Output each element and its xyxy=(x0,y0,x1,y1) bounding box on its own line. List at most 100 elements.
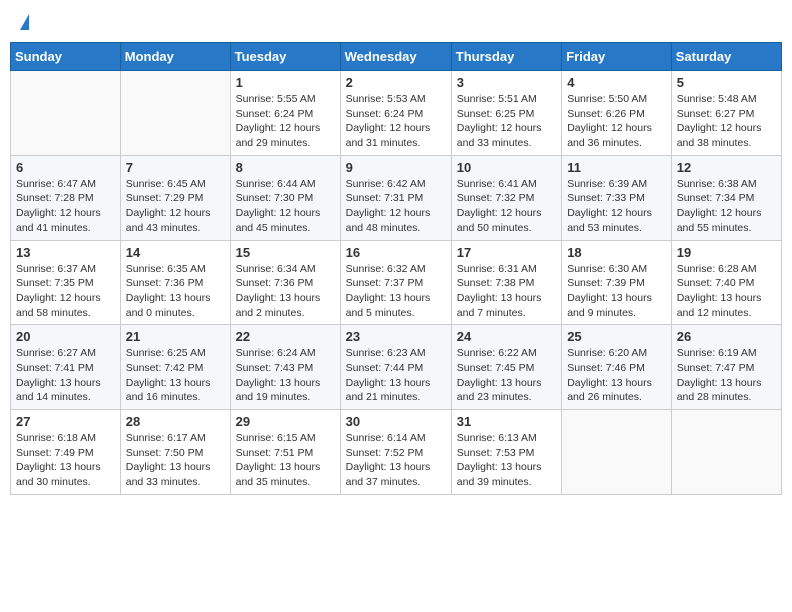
day-header-monday: Monday xyxy=(120,43,230,71)
logo xyxy=(18,14,29,30)
day-info: Sunrise: 6:31 AMSunset: 7:38 PMDaylight:… xyxy=(457,262,556,321)
calendar-cell: 13 Sunrise: 6:37 AMSunset: 7:35 PMDayligh… xyxy=(11,240,121,325)
calendar-cell: 11 Sunrise: 6:39 AMSunset: 7:33 PMDayligh… xyxy=(562,155,672,240)
calendar-cell: 18Sunrise: 6:30 AMSunset: 7:39 PMDayligh… xyxy=(562,240,672,325)
day-info: Sunrise: 6:20 AMSunset: 7:46 PMDaylight:… xyxy=(567,346,666,405)
calendar-cell: 1Sunrise: 5:55 AMSunset: 6:24 PMDaylight… xyxy=(230,71,340,156)
calendar-cell: 10Sunrise: 6:41 AMSunset: 7:32 PMDayligh… xyxy=(451,155,561,240)
day-number: 3 xyxy=(457,75,556,90)
calendar-cell: 22 Sunrise: 6:24 AMSunset: 7:43 PMDayligh… xyxy=(230,325,340,410)
day-number: 26 xyxy=(677,329,776,344)
day-header-saturday: Saturday xyxy=(671,43,781,71)
day-number: 31 xyxy=(457,414,556,429)
day-info: Sunrise: 6:24 AMSunset: 7:43 PMDaylight:… xyxy=(236,346,335,405)
calendar-cell: 31 Sunrise: 6:13 AMSunset: 7:53 PMDayligh… xyxy=(451,410,561,495)
calendar-cell: 23 Sunrise: 6:23 AMSunset: 7:44 PMDayligh… xyxy=(340,325,451,410)
day-number: 29 xyxy=(236,414,335,429)
calendar-cell xyxy=(120,71,230,156)
day-info: Sunrise: 6:27 AMSunset: 7:41 PMDaylight:… xyxy=(16,346,115,405)
day-info: Sunrise: 6:37 AMSunset: 7:35 PMDaylight:… xyxy=(16,262,115,321)
calendar-cell: 20 Sunrise: 6:27 AMSunset: 7:41 PMDayligh… xyxy=(11,325,121,410)
calendar-week-2: 6Sunrise: 6:47 AMSunset: 7:28 PMDaylight… xyxy=(11,155,782,240)
calendar-cell: 17 Sunrise: 6:31 AMSunset: 7:38 PMDayligh… xyxy=(451,240,561,325)
day-number: 13 xyxy=(16,245,115,260)
calendar-cell: 12 Sunrise: 6:38 AMSunset: 7:34 PMDayligh… xyxy=(671,155,781,240)
day-number: 4 xyxy=(567,75,666,90)
day-info: Sunrise: 5:53 AMSunset: 6:24 PMDaylight:… xyxy=(346,92,446,151)
calendar-cell: 14 Sunrise: 6:35 AMSunset: 7:36 PMDayligh… xyxy=(120,240,230,325)
calendar-table: SundayMondayTuesdayWednesdayThursdayFrid… xyxy=(10,42,782,495)
day-number: 30 xyxy=(346,414,446,429)
calendar-cell: 26 Sunrise: 6:19 AMSunset: 7:47 PMDayligh… xyxy=(671,325,781,410)
calendar-cell: 4 Sunrise: 5:50 AMSunset: 6:26 PMDaylight… xyxy=(562,71,672,156)
day-info: Sunrise: 6:35 AMSunset: 7:36 PMDaylight:… xyxy=(126,262,225,321)
day-info: Sunrise: 6:22 AMSunset: 7:45 PMDaylight:… xyxy=(457,346,556,405)
day-info: Sunrise: 6:19 AMSunset: 7:47 PMDaylight:… xyxy=(677,346,776,405)
day-number: 9 xyxy=(346,160,446,175)
day-info: Sunrise: 6:14 AMSunset: 7:52 PMDaylight:… xyxy=(346,431,446,490)
calendar-cell: 3 Sunrise: 5:51 AMSunset: 6:25 PMDaylight… xyxy=(451,71,561,156)
day-number: 2 xyxy=(346,75,446,90)
day-info: Sunrise: 6:23 AMSunset: 7:44 PMDaylight:… xyxy=(346,346,446,405)
day-info: Sunrise: 5:48 AMSunset: 6:27 PMDaylight:… xyxy=(677,92,776,151)
day-number: 17 xyxy=(457,245,556,260)
calendar-cell: 27 Sunrise: 6:18 AMSunset: 7:49 PMDayligh… xyxy=(11,410,121,495)
day-number: 27 xyxy=(16,414,115,429)
calendar-cell: 7 Sunrise: 6:45 AMSunset: 7:29 PMDaylight… xyxy=(120,155,230,240)
day-number: 14 xyxy=(126,245,225,260)
calendar-week-4: 20 Sunrise: 6:27 AMSunset: 7:41 PMDayligh… xyxy=(11,325,782,410)
day-number: 23 xyxy=(346,329,446,344)
calendar-cell: 29 Sunrise: 6:15 AMSunset: 7:51 PMDayligh… xyxy=(230,410,340,495)
day-number: 24 xyxy=(457,329,556,344)
day-info: Sunrise: 6:25 AMSunset: 7:42 PMDaylight:… xyxy=(126,346,225,405)
day-info: Sunrise: 6:17 AMSunset: 7:50 PMDaylight:… xyxy=(126,431,225,490)
day-number: 1 xyxy=(236,75,335,90)
logo-triangle-icon xyxy=(20,14,29,30)
day-number: 8 xyxy=(236,160,335,175)
calendar-cell: 2 Sunrise: 5:53 AMSunset: 6:24 PMDaylight… xyxy=(340,71,451,156)
day-header-tuesday: Tuesday xyxy=(230,43,340,71)
day-number: 7 xyxy=(126,160,225,175)
day-info: Sunrise: 6:38 AMSunset: 7:34 PMDaylight:… xyxy=(677,177,776,236)
day-number: 16 xyxy=(346,245,446,260)
calendar-cell: 8Sunrise: 6:44 AMSunset: 7:30 PMDaylight… xyxy=(230,155,340,240)
day-number: 18 xyxy=(567,245,666,260)
day-info: Sunrise: 5:50 AMSunset: 6:26 PMDaylight:… xyxy=(567,92,666,151)
calendar-cell: 28 Sunrise: 6:17 AMSunset: 7:50 PMDayligh… xyxy=(120,410,230,495)
calendar-cell: 30 Sunrise: 6:14 AMSunset: 7:52 PMDayligh… xyxy=(340,410,451,495)
day-number: 19 xyxy=(677,245,776,260)
day-number: 22 xyxy=(236,329,335,344)
day-info: Sunrise: 6:15 AMSunset: 7:51 PMDaylight:… xyxy=(236,431,335,490)
day-info: Sunrise: 6:32 AMSunset: 7:37 PMDaylight:… xyxy=(346,262,446,321)
day-info: Sunrise: 5:51 AMSunset: 6:25 PMDaylight:… xyxy=(457,92,556,151)
calendar-cell: 19 Sunrise: 6:28 AMSunset: 7:40 PMDayligh… xyxy=(671,240,781,325)
day-header-wednesday: Wednesday xyxy=(340,43,451,71)
day-header-sunday: Sunday xyxy=(11,43,121,71)
calendar-cell xyxy=(562,410,672,495)
day-number: 6 xyxy=(16,160,115,175)
day-info: Sunrise: 6:39 AMSunset: 7:33 PMDaylight:… xyxy=(567,177,666,236)
calendar-cell xyxy=(671,410,781,495)
day-number: 15 xyxy=(236,245,335,260)
day-info: Sunrise: 6:28 AMSunset: 7:40 PMDaylight:… xyxy=(677,262,776,321)
day-info: Sunrise: 6:34 AMSunset: 7:36 PMDaylight:… xyxy=(236,262,335,321)
calendar-cell: 24 Sunrise: 6:22 AMSunset: 7:45 PMDayligh… xyxy=(451,325,561,410)
calendar-body: 1Sunrise: 5:55 AMSunset: 6:24 PMDaylight… xyxy=(11,71,782,495)
calendar-header-row: SundayMondayTuesdayWednesdayThursdayFrid… xyxy=(11,43,782,71)
day-info: Sunrise: 6:41 AMSunset: 7:32 PMDaylight:… xyxy=(457,177,556,236)
day-header-friday: Friday xyxy=(562,43,672,71)
day-number: 11 xyxy=(567,160,666,175)
day-number: 20 xyxy=(16,329,115,344)
day-info: Sunrise: 6:18 AMSunset: 7:49 PMDaylight:… xyxy=(16,431,115,490)
calendar-cell: 16 Sunrise: 6:32 AMSunset: 7:37 PMDayligh… xyxy=(340,240,451,325)
calendar-week-5: 27 Sunrise: 6:18 AMSunset: 7:49 PMDayligh… xyxy=(11,410,782,495)
day-info: Sunrise: 6:13 AMSunset: 7:53 PMDaylight:… xyxy=(457,431,556,490)
calendar-week-3: 13 Sunrise: 6:37 AMSunset: 7:35 PMDayligh… xyxy=(11,240,782,325)
day-number: 5 xyxy=(677,75,776,90)
page-header xyxy=(10,10,782,34)
day-number: 12 xyxy=(677,160,776,175)
day-info: Sunrise: 6:45 AMSunset: 7:29 PMDaylight:… xyxy=(126,177,225,236)
day-header-thursday: Thursday xyxy=(451,43,561,71)
calendar-cell xyxy=(11,71,121,156)
day-number: 28 xyxy=(126,414,225,429)
